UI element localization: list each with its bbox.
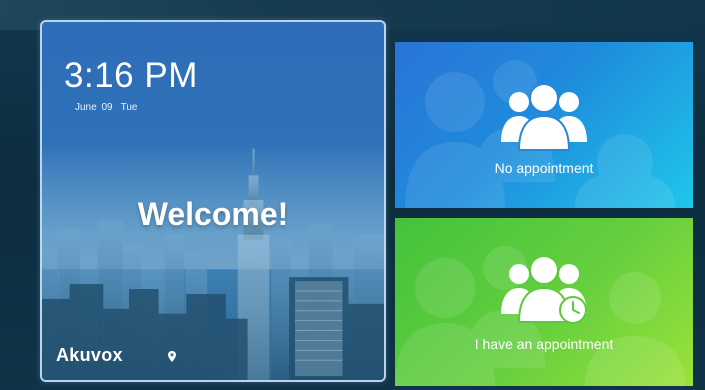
date-text: June 09	[75, 102, 113, 113]
kiosk-screen: 3:16 PM June 09 Tue Welcome! Akuvox No a…	[0, 0, 705, 390]
location-pin-icon	[168, 351, 176, 362]
clock-time: 3:16 PM	[64, 56, 198, 95]
no-appointment-label: No appointment	[494, 160, 594, 176]
appointment-button[interactable]: I have an appointment	[395, 218, 693, 386]
no-appointment-button[interactable]: No appointment	[395, 42, 693, 208]
weekday-text: Tue	[120, 102, 138, 113]
clock-date: June 09 Tue	[75, 102, 137, 113]
people-group-icon	[501, 83, 587, 151]
welcome-heading: Welcome!	[137, 196, 289, 232]
welcome-panel: 3:16 PM June 09 Tue Welcome! Akuvox	[40, 20, 386, 382]
appointment-label: I have an appointment	[474, 336, 614, 352]
people-group-clock-icon	[501, 255, 587, 324]
brand-logo: Akuvox	[56, 345, 123, 365]
